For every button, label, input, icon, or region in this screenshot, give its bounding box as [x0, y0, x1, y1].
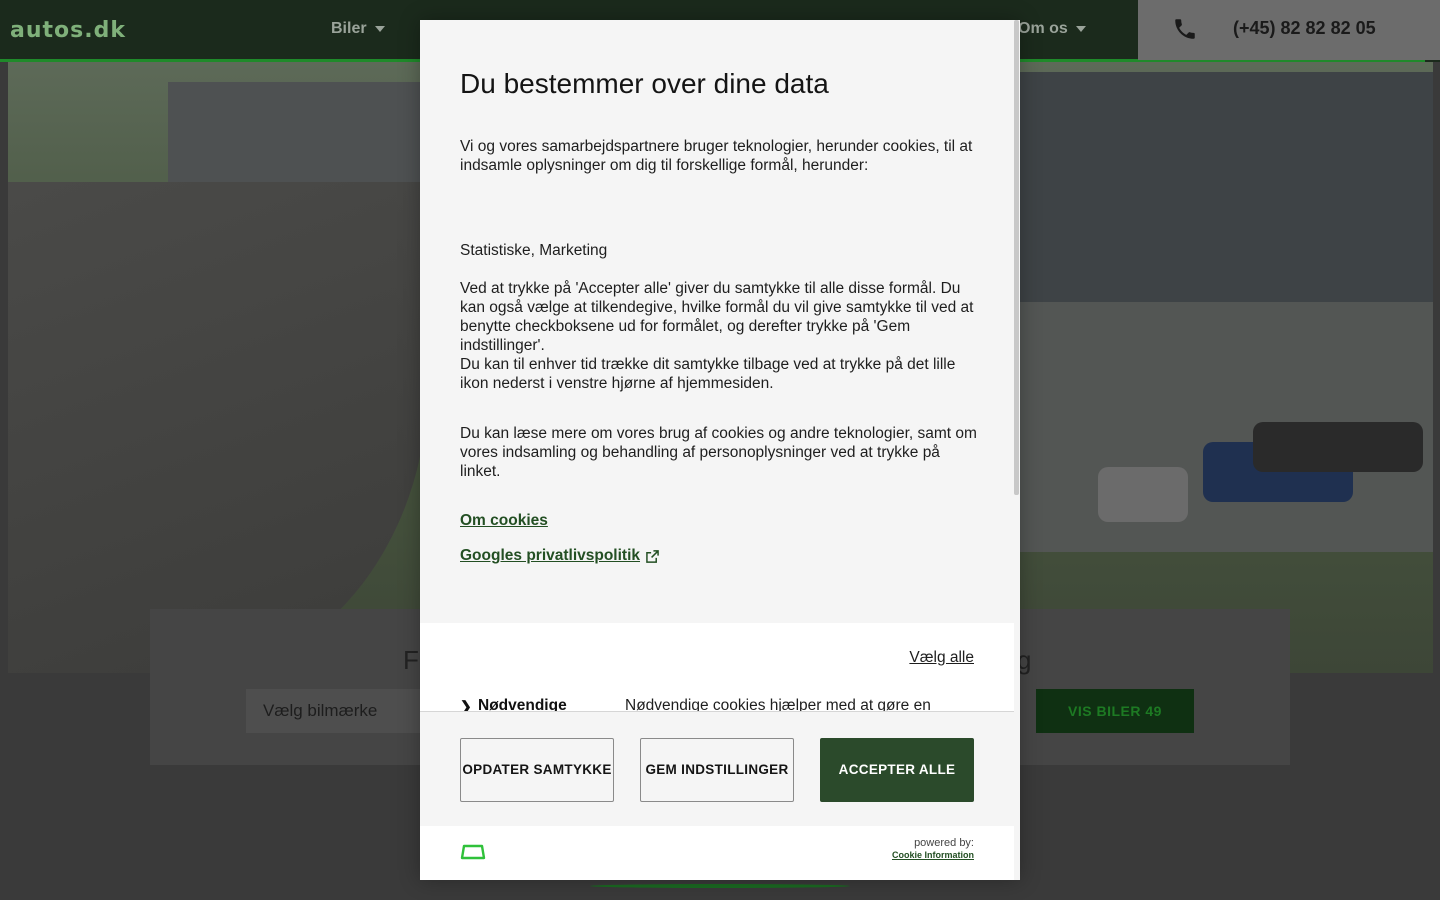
consent-scroll-area[interactable]: Du bestemmer over dine data Vi og vores … [420, 20, 1020, 623]
cookie-information-link[interactable]: Cookie Information [892, 850, 974, 860]
cookie-consent-dialog: Du bestemmer over dine data Vi og vores … [420, 20, 1020, 880]
purpose-row-necessary[interactable]: ❯ Nødvendige Nødvendige cookies hjælper … [460, 697, 980, 711]
consent-withdraw-info: Du kan til enhver tid trække dit samtykk… [460, 356, 956, 392]
purpose-name: Nødvendige [478, 697, 567, 711]
chevron-right-icon: ❯ [460, 698, 472, 711]
update-consent-button[interactable]: OPDATER SAMTYKKE [460, 738, 614, 802]
dialog-title: Du bestemmer over dine data [460, 68, 829, 99]
google-privacy-link[interactable]: Googles privatlivspolitik [460, 547, 659, 565]
link-label: Om cookies [460, 512, 548, 529]
save-settings-button[interactable]: GEM INDSTILLINGER [640, 738, 794, 802]
external-link-icon [646, 549, 659, 563]
link-label: Googles privatlivspolitik [460, 547, 641, 564]
accept-all-button[interactable]: ACCEPTER ALLE [820, 738, 974, 802]
select-all-link[interactable]: Vælg alle [909, 649, 974, 667]
consent-purposes: Statistiske, Marketing [460, 242, 608, 259]
powered-by-label: powered by: [914, 837, 974, 849]
purposes-panel: Vælg alle ❯ Nødvendige Nødvendige cookie… [420, 623, 1014, 711]
purpose-description: Nødvendige cookies hjælper med at gøre e… [625, 697, 931, 711]
about-cookies-link[interactable]: Om cookies [460, 512, 548, 530]
dialog-actions: OPDATER SAMTYKKE GEM INDSTILLINGER ACCEP… [420, 711, 1014, 826]
consent-accept-info: Ved at trykke på 'Accepter alle' giver d… [460, 280, 974, 354]
powered-by-footer: powered by: Cookie Information [420, 826, 1014, 880]
consent-readmore-info: Du kan læse mere om vores brug af cookie… [460, 425, 977, 480]
consent-intro: Vi og vores samarbejdspartnere bruger te… [460, 138, 973, 174]
scrollbar[interactable] [1014, 20, 1019, 495]
cookie-information-logo-icon [460, 844, 486, 860]
